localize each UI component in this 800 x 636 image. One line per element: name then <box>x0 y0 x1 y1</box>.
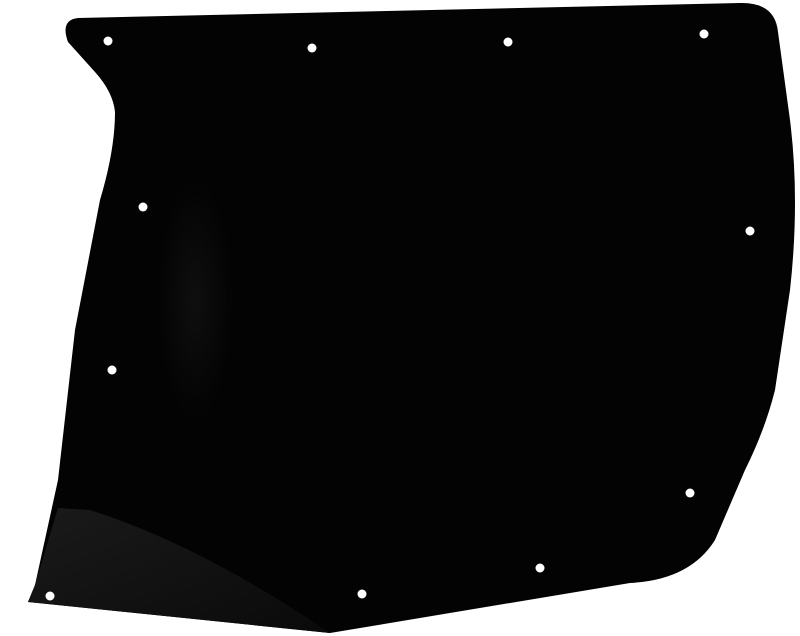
product-photo <box>0 0 800 636</box>
mounting-hole <box>45 591 55 601</box>
mounting-hole <box>685 488 695 498</box>
panel-bulge-shading <box>157 180 233 420</box>
mounting-hole <box>357 589 367 599</box>
mounting-hole <box>503 37 513 47</box>
mounting-hole <box>535 563 545 573</box>
door-panel-image <box>28 2 795 634</box>
mounting-hole <box>103 36 113 46</box>
mounting-hole <box>307 43 317 53</box>
mounting-hole <box>138 202 148 212</box>
mounting-hole <box>107 365 117 375</box>
mounting-hole <box>699 29 709 39</box>
mounting-hole <box>745 226 755 236</box>
